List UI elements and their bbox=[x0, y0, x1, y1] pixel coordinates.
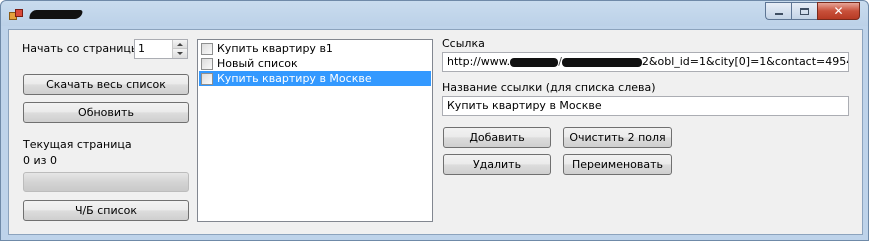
download-all-label: Скачать весь список bbox=[46, 78, 166, 91]
list-item-label: Купить квартиру в Москве bbox=[217, 72, 372, 85]
list-item-checkbox[interactable] bbox=[201, 72, 213, 85]
list-item[interactable]: Купить квартиру в1 bbox=[199, 41, 431, 56]
window-title-redacted bbox=[29, 10, 83, 19]
bw-list-label: Ч/Б список bbox=[74, 204, 138, 217]
arrow-down-icon bbox=[177, 52, 183, 55]
start-page-value[interactable]: 1 bbox=[138, 42, 145, 55]
caption-buttons: ✕ bbox=[765, 2, 860, 20]
link-name-field[interactable]: Купить квартиру в Москве bbox=[442, 96, 849, 116]
title-bar[interactable]: ✕ bbox=[1, 1, 868, 29]
download-all-button[interactable]: Скачать весь список bbox=[23, 74, 189, 95]
add-button[interactable]: Добавить bbox=[443, 127, 551, 148]
add-label: Добавить bbox=[469, 131, 525, 144]
refresh-button[interactable]: Обновить bbox=[23, 102, 189, 123]
list-item-selected[interactable]: Купить квартиру в Москве bbox=[199, 71, 431, 86]
clear-fields-label: Очистить 2 поля bbox=[569, 131, 666, 144]
link-url-field[interactable]: http://www./2&obl_id=1&city[0]=1&contact… bbox=[442, 52, 849, 72]
start-page-spinner[interactable]: 1 bbox=[134, 39, 188, 59]
app-icon[interactable] bbox=[9, 9, 25, 23]
link-url-suffix: 2&obl_id=1&city[0]=1&contact=4954110838 bbox=[641, 55, 848, 68]
minimize-icon bbox=[774, 13, 783, 15]
download-progress-bar bbox=[23, 172, 189, 192]
page-counter: 0 из 0 bbox=[23, 154, 57, 167]
rename-label: Переименовать bbox=[571, 158, 664, 171]
close-button[interactable]: ✕ bbox=[817, 2, 860, 20]
maximize-icon bbox=[800, 7, 809, 15]
start-page-label: Начать со страницы bbox=[22, 42, 140, 55]
close-icon: ✕ bbox=[833, 4, 844, 18]
list-item-label: Новый список bbox=[217, 57, 298, 70]
spinner-buttons bbox=[172, 40, 187, 58]
spinner-down-button[interactable] bbox=[173, 49, 187, 58]
rename-button[interactable]: Переименовать bbox=[563, 154, 672, 175]
delete-button[interactable]: Удалить bbox=[443, 154, 551, 175]
bw-list-button[interactable]: Ч/Б список bbox=[23, 200, 189, 221]
delete-label: Удалить bbox=[472, 158, 522, 171]
arrow-up-icon bbox=[177, 42, 183, 46]
maximize-button[interactable] bbox=[791, 2, 817, 20]
refresh-label: Обновить bbox=[78, 106, 134, 119]
clear-fields-button[interactable]: Очистить 2 поля bbox=[563, 127, 672, 148]
list-item-checkbox[interactable] bbox=[201, 42, 213, 55]
link-url-prefix: http://www. bbox=[447, 55, 511, 68]
list-item-checkbox[interactable] bbox=[201, 57, 213, 70]
current-page-label: Текущая страница bbox=[23, 138, 132, 151]
link-url-redacted-2 bbox=[561, 57, 642, 67]
link-name-label: Название ссылки (для списка слева) bbox=[442, 81, 656, 94]
links-list[interactable]: Купить квартиру в1 Новый список Купить к… bbox=[197, 39, 433, 222]
app-window: ✕ Начать со страницы 1 Скачать весь спис… bbox=[0, 0, 869, 241]
list-item-label: Купить квартиру в1 bbox=[217, 42, 333, 55]
client-area: Начать со страницы 1 Скачать весь список… bbox=[8, 29, 863, 235]
spinner-up-button[interactable] bbox=[173, 40, 187, 49]
app-icon-square-front bbox=[15, 9, 23, 17]
link-name-value: Купить квартиру в Москве bbox=[447, 99, 602, 112]
link-url-redacted-1 bbox=[510, 57, 559, 67]
minimize-button[interactable] bbox=[765, 2, 791, 20]
link-label: Ссылка bbox=[442, 37, 485, 50]
list-item[interactable]: Новый список bbox=[199, 56, 431, 71]
